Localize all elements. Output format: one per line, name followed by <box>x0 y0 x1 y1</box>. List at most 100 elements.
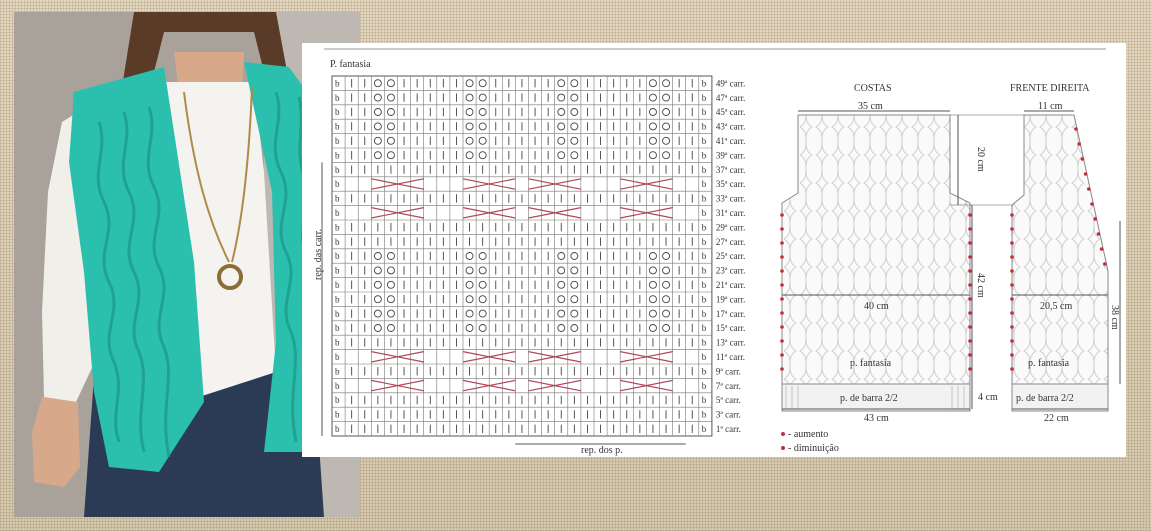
back-rib-label: p. de barra 2/2 <box>840 393 898 404</box>
edge-stitch: b <box>335 78 340 88</box>
edge-stitch: b <box>335 222 340 232</box>
edge-stitch: b <box>335 410 340 420</box>
edge-stitch: b <box>702 93 707 103</box>
edge-stitch: b <box>702 251 707 261</box>
edge-stitch: b <box>335 251 340 261</box>
row-label: 9ª carr. <box>716 366 741 376</box>
legend-decrease: - diminuição <box>788 443 839 454</box>
shaping-marker <box>1010 283 1014 287</box>
edge-stitch: b <box>335 179 340 189</box>
edge-stitch: b <box>335 136 340 146</box>
edge-stitch: b <box>702 237 707 247</box>
shaping-marker <box>1010 241 1014 245</box>
edge-stitch: b <box>702 294 707 304</box>
front-title: FRENTE DIREITA <box>1010 83 1090 94</box>
shaping-marker <box>780 283 784 287</box>
shaping-marker <box>1010 353 1014 357</box>
shaping-marker <box>968 325 972 329</box>
shaping-marker <box>968 297 972 301</box>
front-outline <box>1011 114 1109 385</box>
row-label: 11ª carr. <box>716 352 745 362</box>
edge-stitch: b <box>702 424 707 434</box>
edge-stitch: b <box>702 266 707 276</box>
edge-stitch: b <box>335 266 340 276</box>
shaping-marker <box>1010 213 1014 217</box>
edge-stitch: b <box>335 366 340 376</box>
edge-stitch: b <box>335 309 340 319</box>
edge-stitch: b <box>335 194 340 204</box>
row-label: 49ª carr. <box>716 78 745 88</box>
front-rib-label: p. de barra 2/2 <box>1016 393 1074 404</box>
row-label: 39ª carr. <box>716 150 745 160</box>
shaping-marker <box>1077 142 1081 146</box>
pattern-diagram: P. fantasia b b 49ª carr.b b 47ª carr.b b 45ª … <box>313 48 1121 456</box>
chart-title: P. fantasia <box>330 59 371 70</box>
shaping-marker <box>1103 262 1107 266</box>
edge-stitch: b <box>702 122 707 132</box>
row-label: 15ª carr. <box>716 323 745 333</box>
edge-stitch: b <box>335 352 340 362</box>
shaping-marker <box>1099 247 1104 251</box>
shaping-marker <box>1093 217 1097 221</box>
shaping-marker <box>1010 367 1014 371</box>
edge-stitch: b <box>702 136 707 146</box>
shaping-marker <box>1096 232 1101 236</box>
front-chest-width: 20,5 cm <box>1040 301 1072 312</box>
edge-stitch: b <box>702 410 707 420</box>
row-label: 33ª carr. <box>716 194 745 204</box>
edge-stitch: b <box>702 150 707 160</box>
edge-stitch: b <box>335 107 340 117</box>
edge-stitch: b <box>335 381 340 391</box>
front-stitch-label: p. fantasia <box>1028 358 1070 369</box>
shaping-marker <box>780 339 784 343</box>
row-label: 19ª carr. <box>716 294 745 304</box>
row-label: 5ª carr. <box>716 395 741 405</box>
row-label: 21ª carr. <box>716 280 745 290</box>
edge-stitch: b <box>335 93 340 103</box>
shaping-marker <box>968 353 972 357</box>
edge-stitch: b <box>335 395 340 405</box>
shaping-marker <box>1010 297 1014 301</box>
shaping-marker <box>1010 325 1014 329</box>
legend: - aumento - diminuição <box>781 429 839 454</box>
shaping-marker <box>968 339 972 343</box>
edge-stitch: b <box>335 338 340 348</box>
row-label: 43ª carr. <box>716 122 745 132</box>
shaping-marker <box>1083 172 1088 176</box>
edge-stitch: b <box>702 395 707 405</box>
row-label: 45ª carr. <box>716 107 745 117</box>
back-outline <box>781 114 971 385</box>
edge-stitch: b <box>335 424 340 434</box>
shaping-marker <box>1074 127 1078 131</box>
back-body-height: 42 cm <box>975 273 986 298</box>
edge-stitch: b <box>702 280 707 290</box>
rib-height: 4 cm <box>978 392 998 403</box>
back-bottom-width: 43 cm <box>864 413 889 424</box>
shaping-marker <box>968 269 972 273</box>
edge-stitch: b <box>335 294 340 304</box>
shaping-marker <box>780 297 784 301</box>
edge-stitch: b <box>702 323 707 333</box>
shaping-marker <box>968 255 972 259</box>
row-label: 23ª carr. <box>716 266 745 276</box>
edge-stitch: b <box>702 222 707 232</box>
decrease-marker-icon <box>781 446 785 450</box>
shaping-marker <box>780 367 784 371</box>
shaping-marker <box>780 227 784 231</box>
row-label: 1ª carr. <box>716 424 741 434</box>
back-title: COSTAS <box>854 83 892 94</box>
shaping-marker <box>1010 339 1014 343</box>
shaping-marker <box>968 367 972 371</box>
front-height: 38 cm <box>1109 305 1120 330</box>
row-label: 31ª carr. <box>716 208 745 218</box>
edge-stitch: b <box>335 165 340 175</box>
edge-stitch: b <box>335 150 340 160</box>
edge-stitch: b <box>702 338 707 348</box>
back-top-width: 35 cm <box>858 101 883 112</box>
shaping-marker <box>1090 202 1094 206</box>
edge-stitch: b <box>702 78 707 88</box>
shaping-marker <box>1087 187 1091 191</box>
stitch-repeat-label: rep. dos p. <box>581 445 623 456</box>
edge-stitch: b <box>702 194 707 204</box>
edge-stitch: b <box>702 309 707 319</box>
